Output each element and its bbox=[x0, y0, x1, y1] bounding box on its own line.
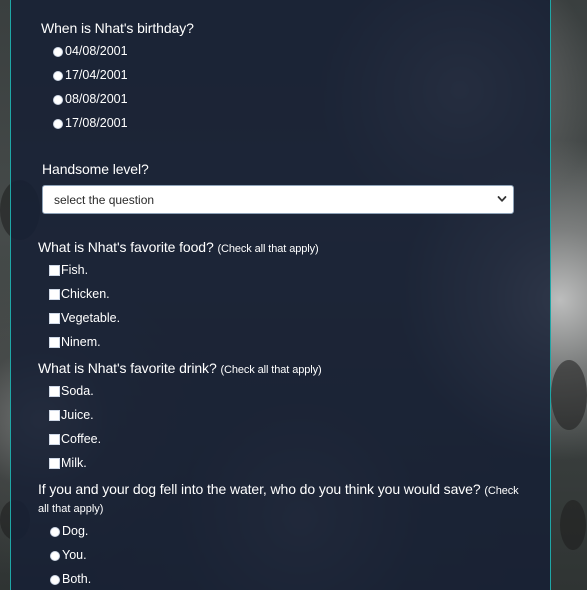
dog-question-note-start: (Check bbox=[484, 485, 519, 497]
radio-birthday-option-1[interactable] bbox=[53, 47, 63, 57]
question-birthday-label: When is Nhat's birthday? bbox=[41, 20, 194, 36]
birthday-option-1-label: 04/08/2001 bbox=[65, 44, 128, 58]
food-option-4-label: Ninem. bbox=[61, 335, 101, 349]
checkbox-food-chicken[interactable] bbox=[49, 289, 60, 300]
background-motif bbox=[551, 360, 587, 430]
dog-question-text: If you and your dog fell into the water,… bbox=[38, 481, 481, 497]
checkbox-drink-coffee[interactable] bbox=[49, 434, 60, 445]
question-dog-label: If you and your dog fell into the water,… bbox=[38, 481, 519, 497]
drink-option-3-label: Coffee. bbox=[61, 432, 102, 446]
question-handsome-label: Handsome level? bbox=[42, 161, 149, 177]
select-current-value: select the question bbox=[54, 193, 155, 207]
food-question-note: (Check all that apply) bbox=[217, 243, 319, 255]
birthday-option-4-label: 17/08/2001 bbox=[65, 116, 128, 130]
radio-dog-option-dog[interactable] bbox=[50, 527, 60, 537]
radio-birthday-option-2[interactable] bbox=[53, 71, 63, 81]
checkbox-food-vegetable[interactable] bbox=[49, 313, 60, 324]
radio-dog-option-both[interactable] bbox=[50, 575, 60, 585]
question-drink-label: What is Nhat's favorite drink? (Check al… bbox=[38, 360, 322, 376]
food-option-1-label: Fish. bbox=[61, 263, 89, 277]
birthday-option-2-label: 17/04/2001 bbox=[65, 68, 128, 82]
drink-option-1-label: Soda. bbox=[61, 384, 94, 398]
dog-option-3-label: Both. bbox=[62, 572, 92, 586]
radio-birthday-option-3[interactable] bbox=[53, 95, 63, 105]
chevron-down-icon bbox=[497, 196, 507, 202]
drink-option-2-label: Juice. bbox=[61, 408, 94, 422]
birthday-option-3-label: 08/08/2001 bbox=[65, 92, 128, 106]
checkbox-food-ninem[interactable] bbox=[49, 337, 60, 348]
food-option-2-label: Chicken. bbox=[61, 287, 110, 301]
dog-question-note-end: all that apply) bbox=[38, 503, 104, 515]
drink-question-note: (Check all that apply) bbox=[220, 364, 322, 376]
dog-option-2-label: You. bbox=[62, 548, 87, 562]
radio-dog-option-you[interactable] bbox=[50, 551, 60, 561]
food-option-3-label: Vegetable. bbox=[61, 311, 121, 325]
checkbox-drink-milk[interactable] bbox=[49, 458, 60, 469]
handsome-level-select[interactable]: select the question bbox=[42, 185, 514, 214]
dog-option-1-label: Dog. bbox=[62, 524, 89, 538]
drink-question-text: What is Nhat's favorite drink? bbox=[38, 360, 217, 376]
checkbox-drink-soda[interactable] bbox=[49, 386, 60, 397]
drink-option-4-label: Milk. bbox=[61, 456, 87, 470]
question-food-label: What is Nhat's favorite food? (Check all… bbox=[38, 239, 319, 255]
food-question-text: What is Nhat's favorite food? bbox=[38, 239, 214, 255]
checkbox-drink-juice[interactable] bbox=[49, 410, 60, 421]
checkbox-food-fish[interactable] bbox=[49, 265, 60, 276]
background-motif bbox=[560, 500, 586, 550]
radio-birthday-option-4[interactable] bbox=[53, 119, 63, 129]
